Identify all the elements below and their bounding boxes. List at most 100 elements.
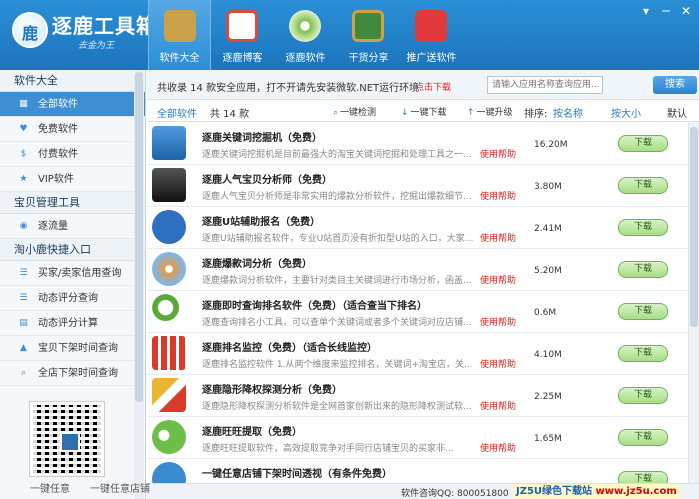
help-link[interactable]: 使用帮助	[480, 231, 516, 244]
board-icon	[352, 10, 384, 42]
menu-dropdown-icon[interactable]: ▾	[639, 4, 653, 18]
help-link[interactable]: 使用帮助	[480, 315, 516, 328]
button-label: 一键升级	[476, 108, 513, 118]
sidebar-scrollbar[interactable]	[134, 70, 144, 499]
sidebar-item-free-software[interactable]: ♥ 免费软件	[0, 117, 145, 142]
download-button[interactable]: 下载	[618, 387, 668, 404]
sidebar-item-label: 动态评分计算	[38, 318, 98, 329]
scrollbar-thumb[interactable]	[690, 127, 698, 327]
sidebar-item-traffic[interactable]: ◉ 逐流量	[0, 214, 145, 239]
download-button[interactable]: 下载	[618, 135, 668, 152]
download-all-button[interactable]: ↓ 一键下载	[401, 105, 447, 118]
app-title: 逐鹿U站辅助报名（免费）	[202, 217, 321, 228]
sidebar-item-label: 动态评分查询	[38, 293, 98, 304]
nav-tab-zhulu-software[interactable]: 逐鹿软件	[274, 0, 337, 70]
sidebar-item-delist-time[interactable]: ▲ 宝贝下架时间查询	[0, 336, 145, 361]
list-item: 逐鹿隐形降权探测分析（免费） 逐鹿隐形降权探测分析软件是全网首家创新出来的隐形降…	[147, 375, 687, 417]
overlay-text: 一键任意店铺	[90, 484, 150, 495]
dollar-icon: $	[20, 149, 27, 159]
tab-all-software[interactable]: 全部软件	[157, 105, 197, 120]
help-link[interactable]: 使用帮助	[480, 441, 516, 454]
dotnet-download-link[interactable]: 点击下载	[415, 80, 451, 93]
sidebar-item-vip-software[interactable]: ★ VIP软件	[0, 167, 145, 192]
sidebar-item-all-software[interactable]: ▦ 全部软件	[0, 92, 145, 117]
download-button[interactable]: 下载	[618, 219, 668, 236]
sidebar-item-label: 买家/卖家信用查询	[38, 268, 122, 279]
eyes-icon	[152, 420, 186, 454]
barchart-icon	[152, 336, 186, 370]
check-all-button[interactable]: ⌕ 一键检测	[333, 105, 376, 118]
watermark-site-name: JZ5U绿色下载站	[516, 486, 593, 497]
nav-label: 推广送软件	[406, 53, 457, 64]
app-description: 逐鹿旺旺提取软件，高效提取竞争对手同行店铺宝贝的买家非...	[202, 444, 454, 454]
qr-code-image	[29, 401, 105, 477]
nav-tab-share[interactable]: 干货分享	[337, 0, 400, 70]
main-scrollbar[interactable]	[688, 123, 699, 483]
close-icon[interactable]: ✕	[679, 4, 693, 18]
app-size: 1.65M	[534, 434, 562, 444]
sidebar: 软件大全 ▦ 全部软件 ♥ 免费软件 $ 付费软件 ★ VIP软件 宝贝管理工具…	[0, 70, 146, 499]
list-icon: ☰	[19, 293, 28, 303]
app-size: 2.41M	[534, 224, 562, 234]
download-button[interactable]: 下载	[618, 345, 668, 362]
nav-label: 逐鹿软件	[285, 53, 326, 64]
search-icon: ⌕	[20, 368, 27, 378]
app-description: 逐鹿爆款词分析软件，主要针对类目主关键词进行市场分析，函盖...	[202, 276, 472, 286]
help-link[interactable]: 使用帮助	[480, 147, 516, 160]
help-link[interactable]: 使用帮助	[480, 357, 516, 370]
gift-icon	[415, 10, 447, 42]
list-item: 逐鹿旺旺提取（免费） 逐鹿旺旺提取软件，高效提取竞争对手同行店铺宝贝的买家非..…	[147, 417, 687, 459]
sidebar-item-label: 全店下架时间查询	[38, 368, 118, 379]
status-bar: 软件咨询QQ: 800051800 JZ5U绿色下载站 www.jz5u.com	[147, 483, 699, 499]
app-title: 一键任意店铺下架时间透视（有条件免费）	[202, 469, 392, 480]
list-item: 逐鹿排名监控（免费）（适合长线监控） 逐鹿排名监控软件 1.从两个维度来监控排名…	[147, 333, 687, 375]
app-search-input[interactable]	[487, 76, 603, 94]
overlay-text: 一键任意	[30, 484, 70, 495]
nav-tab-software[interactable]: 软件大全	[148, 0, 211, 70]
help-link[interactable]: 使用帮助	[480, 273, 516, 286]
sort-default[interactable]: 默认	[667, 105, 687, 120]
list-icon: ☰	[19, 268, 28, 278]
flow-icon: ◉	[19, 221, 28, 231]
sidebar-item-rating-calc[interactable]: ▤ 动态评分计算	[0, 311, 145, 336]
nav-tab-promo[interactable]: 推广送软件	[400, 0, 463, 70]
info-text: 共收录 14 款安全应用，打不开请先安装微软.NET运行环境	[157, 83, 420, 94]
support-qq: 软件咨询QQ: 800051800	[401, 489, 509, 499]
sort-by-name[interactable]: 按名称	[553, 105, 583, 120]
window-controls: ▾ ─ ✕	[639, 4, 693, 18]
qr-logo-icon	[60, 432, 80, 452]
download-button[interactable]: 下载	[618, 471, 668, 483]
search-button[interactable]: 搜索	[653, 76, 697, 94]
download-button[interactable]: 下载	[618, 261, 668, 278]
download-button[interactable]: 下载	[618, 303, 668, 320]
download-button[interactable]: 下载	[618, 429, 668, 446]
app-size: 16.20M	[534, 140, 568, 150]
sidebar-item-paid-software[interactable]: $ 付费软件	[0, 142, 145, 167]
app-description: 逐鹿排名监控软件 1.从两个维度来监控排名，关键词+淘宝店，关...	[202, 360, 473, 370]
help-link[interactable]: 使用帮助	[480, 399, 516, 412]
sidebar-item-rating-query[interactable]: ☰ 动态评分查询	[0, 286, 145, 311]
app-title: 逐鹿即时查询排名软件（免费）（适合查当下排名）	[202, 301, 427, 312]
app-size: 3.80M	[534, 182, 562, 192]
app-description: 逐鹿U站辅助报名软件，专业U站首页没有折扣型U站的入口，大家...	[202, 234, 474, 244]
upgrade-all-button[interactable]: ↑ 一键升级	[467, 105, 513, 118]
u-icon	[152, 210, 186, 244]
search-icon: ⌕	[333, 108, 339, 118]
sidebar-section-title: 淘小鹿快捷入口	[0, 239, 145, 261]
sidebar-item-credit-query[interactable]: ☰ 买家/卖家信用查询	[0, 261, 145, 286]
upgrade-icon: ↑	[467, 108, 475, 118]
app-count: 共 14 款	[210, 109, 250, 120]
help-link[interactable]: 使用帮助	[480, 189, 516, 202]
app-logo-icon	[12, 12, 48, 48]
shield-icon	[152, 168, 186, 202]
box-icon	[164, 10, 196, 42]
nav-tab-blog[interactable]: 逐鹿博客	[211, 0, 274, 70]
download-button[interactable]: 下载	[618, 177, 668, 194]
app-title: 逐鹿工具箱	[52, 14, 157, 38]
scrollbar-thumb[interactable]	[135, 72, 143, 402]
sidebar-item-store-delist-time[interactable]: ⌕ 全店下架时间查询	[0, 361, 145, 386]
z-icon	[152, 378, 186, 412]
sort-by-size[interactable]: 按大小	[611, 105, 641, 120]
header: 逐鹿工具箱 去金为王 软件大全 逐鹿博客 逐鹿软件 干货分享 推广送软件 ▾ ─…	[0, 0, 699, 70]
minimize-icon[interactable]: ─	[659, 4, 673, 18]
